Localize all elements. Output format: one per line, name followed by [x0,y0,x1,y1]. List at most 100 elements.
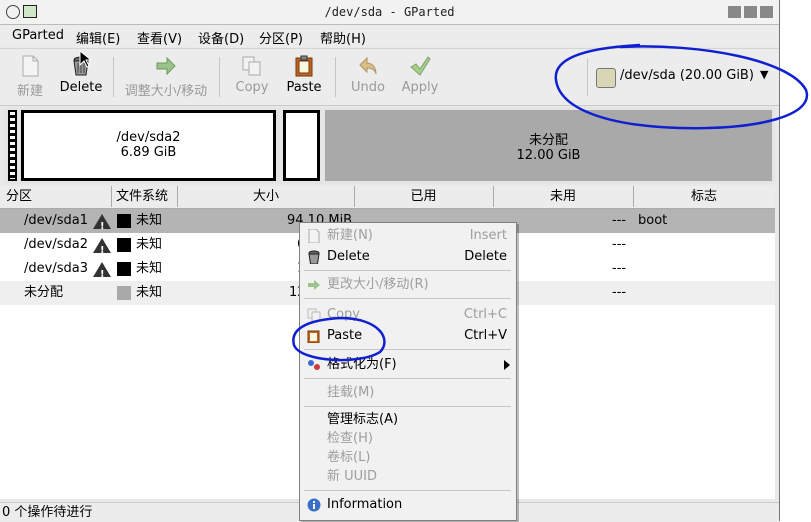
menu-help[interactable]: 帮助(H) [320,28,366,47]
resize-move-button-label: 调整大小/移动 [124,84,208,99]
menu-item-mount[interactable]: 挂载(M) [300,383,516,403]
menu-item-label: 检查(H) [327,431,373,446]
partition-name: /dev/sda3 [24,261,88,276]
partition-context-menu: 新建(N) Insert Delete Delete 更改大小/移动(R) Co… [299,222,517,521]
maximize-icon[interactable] [744,6,757,18]
menu-item-format-as[interactable]: 格式化为(F) [300,355,516,375]
clipboard-icon [307,330,320,343]
menu-item-paste[interactable]: Paste Ctrl+V [300,326,516,346]
menu-item-label: 格式化为(F) [327,357,397,372]
minimize-icon[interactable] [728,6,741,18]
column-header-filesystem[interactable]: 文件系统 [112,186,178,207]
menu-separator [304,298,511,299]
partition-unused: --- [612,285,627,300]
column-header-flags[interactable]: 标志 [633,186,775,207]
partition-block-unallocated[interactable]: 未分配 12.00 GiB [325,110,772,181]
new-button[interactable]: 新建 [8,51,52,101]
menu-item-manage-flags[interactable]: 管理标志(A) [300,410,516,430]
menu-item-resize-move[interactable]: 更改大小/移动(R) [300,275,516,295]
device-selector-label: /dev/sda (20.00 GiB) [620,68,754,83]
menu-separator [304,406,511,407]
device-selector[interactable]: /dev/sda (20.00 GiB) ▼ [587,58,778,96]
menu-item-new[interactable]: 新建(N) Insert [300,226,516,246]
filesystem-name: 未知 [136,213,163,228]
menu-item-accelerator: Ctrl+C [463,307,507,322]
paste-button[interactable]: Paste [282,51,326,101]
menu-item-accelerator: Insert [469,228,507,243]
new-document-icon [308,229,320,243]
column-header-size[interactable]: 大小 [178,186,355,207]
column-header-partition[interactable]: 分区 [0,186,112,207]
window-title: /dev/sda - GParted [324,5,455,19]
close-icon[interactable] [760,6,773,18]
menu-item-information[interactable]: Information [300,495,516,515]
apply-button[interactable]: Apply [396,51,444,101]
format-icon [308,360,320,370]
undo-button-label: Undo [351,80,385,95]
filesystem-color-swatch [117,286,131,300]
menu-item-label: 管理标志(A) [327,412,399,427]
menu-separator [304,378,511,379]
undo-button[interactable]: Undo [346,51,390,101]
menu-separator [304,270,511,271]
filesystem-color-swatch [117,262,131,276]
filesystem-color-swatch [117,238,131,252]
title-bar: /dev/sda - GParted [0,0,779,25]
partition-unused: --- [612,261,627,276]
undo-icon [359,56,377,75]
resize-arrow-icon [308,280,320,290]
menu-edit[interactable]: 编辑(E) [76,28,120,47]
filesystem-name: 未知 [136,261,163,276]
menu-item-label: Copy [327,307,360,322]
paste-button-label: Paste [286,80,322,95]
resize-arrow-icon [156,56,176,76]
menu-item-label-volume[interactable]: 卷标(L) [300,448,516,468]
menu-item-check[interactable]: 检查(H) [300,429,516,449]
delete-button[interactable]: Delete [56,51,106,101]
partition-unused: --- [612,213,627,228]
menu-item-label: 卷标(L) [327,450,371,465]
chevron-down-icon: ▼ [760,68,769,81]
trash-icon [308,250,320,264]
menu-item-label: 新建(N) [327,228,373,243]
menu-view[interactable]: 查看(V) [137,28,182,47]
filesystem-name: 未知 [136,237,163,252]
menu-item-new-uuid[interactable]: 新 UUID [300,467,516,487]
menu-partition[interactable]: 分区(P) [259,28,303,47]
menu-item-copy[interactable]: Copy Ctrl+C [300,305,516,325]
partition-flags: boot [638,213,668,228]
warning-icon [93,214,111,239]
filesystem-name: 未知 [136,285,163,300]
menu-item-delete[interactable]: Delete Delete [300,247,516,267]
copy-icon [307,308,321,322]
clipboard-icon [295,55,313,77]
partition-block-name: /dev/sda2 [116,130,181,145]
column-header-unused[interactable]: 未用 [493,186,634,207]
menu-item-label: 新 UUID [327,469,378,484]
column-header-used[interactable]: 已用 [354,186,494,207]
menu-device[interactable]: 设备(D) [198,28,244,47]
partition-block-sda3[interactable] [283,110,320,181]
menu-bar: GParted 编辑(E) 查看(V) 设备(D) 分区(P) 帮助(H) [0,25,779,47]
warning-icon [93,262,111,287]
resize-move-button[interactable]: 调整大小/移动 [120,51,212,101]
trash-icon [73,56,89,76]
unallocated-block-size: 12.00 GiB [516,148,581,163]
copy-button[interactable]: Copy [230,51,274,101]
submenu-arrow-icon [504,360,510,370]
partition-block-sda2[interactable]: /dev/sda2 6.89 GiB [21,110,276,181]
filesystem-color-swatch [117,214,131,228]
menu-item-accelerator: Ctrl+V [464,328,507,343]
extended-partition-stripe[interactable] [8,110,17,181]
partition-unused: --- [612,237,627,252]
apply-button-label: Apply [401,80,439,95]
menu-item-label: Paste [327,328,363,343]
toolbar-separator [219,57,220,97]
partition-block-size: 6.89 GiB [120,145,177,160]
partition-name: 未分配 [24,285,64,300]
menu-item-accelerator: Delete [464,249,507,264]
partition-name: /dev/sda2 [24,237,88,252]
menu-item-label: 更改大小/移动(R) [327,277,429,292]
menu-gparted[interactable]: GParted [12,28,64,43]
partition-map: /dev/sda2 6.89 GiB 未分配 12.00 GiB [4,107,775,184]
